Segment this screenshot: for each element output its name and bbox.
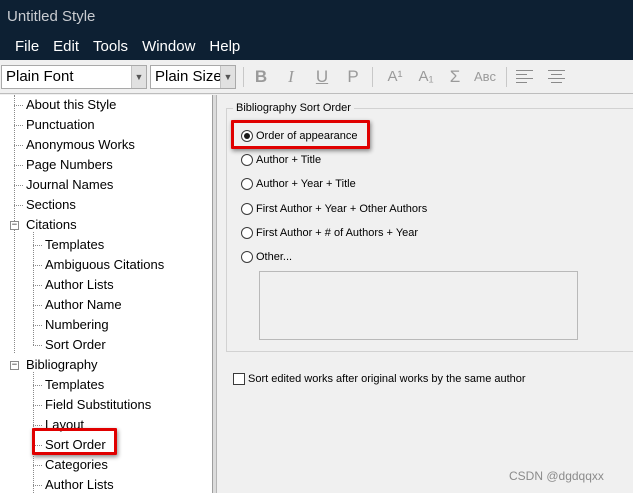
tree-item-bibliography-author-lists[interactable]: Author Lists (43, 475, 116, 493)
tree-line (33, 325, 42, 326)
checkbox-label: Sort edited works after original works b… (248, 373, 526, 385)
tree-item-categories[interactable]: Categories (43, 455, 110, 475)
radio-icon[interactable] (241, 178, 253, 190)
tree-line (33, 465, 42, 466)
tree-line (33, 232, 34, 345)
menu-help[interactable]: Help (202, 35, 247, 59)
menu-window[interactable]: Window (135, 35, 202, 59)
sort-order-group-title: Bibliography Sort Order (233, 101, 354, 115)
radio-icon[interactable] (241, 203, 253, 215)
tree-item-citations-sort-order[interactable]: Sort Order (43, 335, 108, 355)
tree-item-bibliography[interactable]: Bibliography (24, 355, 100, 375)
radio-author-title[interactable]: Author + Title (241, 151, 321, 169)
tree-line (33, 485, 42, 486)
tree-line (14, 205, 23, 206)
tree-item-citations-templates[interactable]: Templates (43, 235, 106, 255)
toolbar-divider (506, 67, 507, 87)
tree-line (33, 245, 42, 246)
tree-item-field-substitutions[interactable]: Field Substitutions (43, 395, 153, 415)
italic-icon[interactable]: I (278, 65, 304, 89)
radio-icon[interactable] (241, 251, 253, 263)
radio-icon[interactable] (241, 154, 253, 166)
tree-line (33, 405, 42, 406)
menu-file[interactable]: File (8, 35, 46, 59)
tree-line (14, 185, 23, 186)
chevron-down-icon[interactable]: ▼ (220, 66, 235, 88)
radio-first-author-year-others[interactable]: First Author + Year + Other Authors (241, 200, 427, 218)
collapse-icon[interactable]: − (10, 221, 19, 230)
tree-item-numbering[interactable]: Numbering (43, 315, 111, 335)
watermark: CSDN @dgdqqxx (509, 469, 604, 483)
option-highlight (231, 120, 370, 149)
small-caps-icon[interactable]: Aʙᴄ (470, 65, 500, 89)
tree-line (33, 425, 42, 426)
tree-item-about-this-style[interactable]: About this Style (24, 95, 118, 115)
tree-item-bibliography-templates[interactable]: Templates (43, 375, 106, 395)
selection-highlight (32, 428, 117, 455)
radio-first-author-count-year[interactable]: First Author + # of Authors + Year (241, 224, 418, 242)
chevron-down-icon[interactable]: ▼ (131, 66, 146, 88)
window-title: Untitled Style (0, 0, 633, 34)
tree-item-sections[interactable]: Sections (24, 195, 78, 215)
tree-line (33, 265, 42, 266)
toolbar-divider (243, 67, 244, 87)
align-left-icon[interactable] (516, 70, 533, 84)
tree-line (33, 285, 42, 286)
align-center-icon[interactable] (548, 70, 565, 84)
menu-tools[interactable]: Tools (86, 35, 135, 59)
collapse-icon[interactable]: − (10, 361, 19, 370)
radio-label: Other... (256, 251, 293, 263)
checkbox-icon[interactable] (233, 373, 245, 385)
format-toolbar: Plain Font ▼ Plain Size ▼ B I U P A¹ A₁ … (0, 60, 633, 94)
tree-line (14, 105, 23, 106)
plain-icon[interactable]: P (340, 65, 366, 89)
radio-other[interactable]: Other... (241, 248, 292, 266)
menu-edit[interactable]: Edit (46, 35, 86, 59)
panel-splitter[interactable] (213, 95, 217, 493)
tree-line (14, 165, 23, 166)
tree-item-journal-names[interactable]: Journal Names (24, 175, 115, 195)
tree-line (33, 305, 42, 306)
tree-line (14, 125, 23, 126)
style-tree: − − About this Style Punctuation Anonymo… (0, 95, 213, 493)
font-combo[interactable]: Plain Font ▼ (1, 65, 147, 89)
bold-icon[interactable]: B (248, 65, 274, 89)
tree-line (33, 385, 42, 386)
menu-bar: File Edit Tools Window Help (0, 34, 633, 60)
size-combo-value: Plain Size (155, 68, 222, 85)
tree-line (14, 145, 23, 146)
tree-item-anonymous-works[interactable]: Anonymous Works (24, 135, 137, 155)
toolbar-divider (372, 67, 373, 87)
tree-item-citations[interactable]: Citations (24, 215, 79, 235)
tree-item-page-numbers[interactable]: Page Numbers (24, 155, 115, 175)
tree-item-ambiguous-citations[interactable]: Ambiguous Citations (43, 255, 166, 275)
subscript-icon[interactable]: A₁ (411, 65, 441, 89)
radio-author-year-title[interactable]: Author + Year + Title (241, 175, 356, 193)
radio-icon[interactable] (241, 227, 253, 239)
size-combo[interactable]: Plain Size ▼ (150, 65, 236, 89)
sigma-icon[interactable]: Σ (442, 65, 468, 89)
underline-icon[interactable]: U (309, 65, 335, 89)
radio-label: Author + Year + Title (256, 178, 356, 190)
tree-item-author-name[interactable]: Author Name (43, 295, 124, 315)
radio-label: Author + Title (256, 154, 322, 166)
radio-label: First Author + # of Authors + Year (256, 227, 419, 239)
tree-item-punctuation[interactable]: Punctuation (24, 115, 97, 135)
radio-label: First Author + Year + Other Authors (256, 203, 428, 215)
superscript-icon[interactable]: A¹ (380, 65, 410, 89)
tree-line (33, 345, 42, 346)
sort-edited-works-option[interactable]: Sort edited works after original works b… (233, 371, 526, 387)
tree-item-citations-author-lists[interactable]: Author Lists (43, 275, 116, 295)
font-combo-value: Plain Font (6, 68, 74, 85)
other-sort-input[interactable] (259, 271, 578, 340)
